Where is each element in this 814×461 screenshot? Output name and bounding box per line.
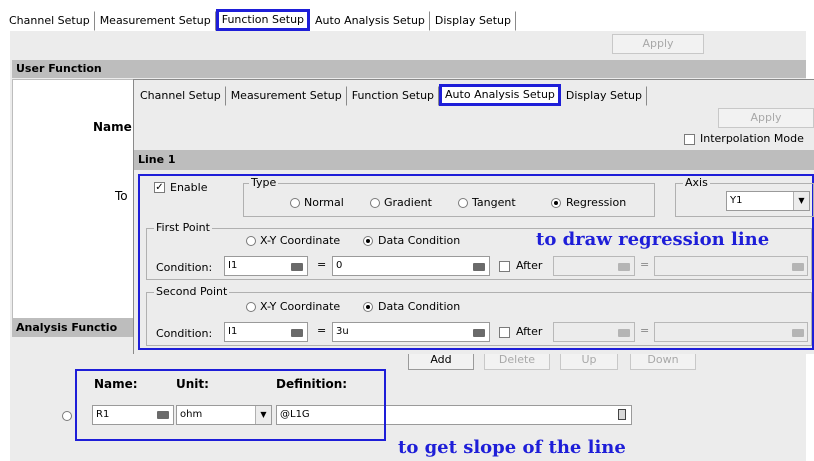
second-after-keyboard-icon[interactable]: [618, 329, 630, 337]
type-normal-radio[interactable]: [290, 198, 300, 208]
user-function-header: User Function: [12, 60, 806, 78]
type-tangent-radio[interactable]: [458, 198, 468, 208]
back-to-label: To: [115, 189, 128, 203]
first-data-condition-radio[interactable]: [363, 236, 373, 246]
type-gradient-label: Gradient: [384, 196, 432, 209]
back-apply-button[interactable]: Apply: [612, 34, 704, 54]
axis-group-title: Axis: [683, 176, 710, 189]
slope-annotation: to get slope of the line: [398, 437, 626, 458]
regression-annotation: to draw regression line: [534, 229, 772, 250]
first-after-eq-label: =: [640, 258, 650, 271]
first-after-keyboard-icon[interactable]: [618, 263, 630, 271]
second-value-keyboard-icon[interactable]: [473, 329, 485, 337]
second-data-condition-radio[interactable]: [363, 302, 373, 312]
second-after-value-field[interactable]: [654, 322, 808, 342]
front-tab-function-setup[interactable]: Function Setup: [347, 86, 440, 106]
first-after-checkbox[interactable]: [499, 261, 510, 272]
first-condition-var: I1: [228, 260, 238, 271]
first-xy-coordinate-label: X-Y Coordinate: [260, 234, 341, 247]
front-tabbar: Channel Setup Measurement Setup Function…: [135, 84, 647, 106]
front-tab-measurement-setup[interactable]: Measurement Setup: [226, 86, 347, 106]
first-condition-label: Condition:: [156, 261, 213, 274]
second-after-value-keyboard-icon[interactable]: [792, 329, 804, 337]
type-tangent-label: Tangent: [472, 196, 516, 209]
line-header: Line 1: [134, 150, 814, 170]
type-group-title: Type: [249, 176, 279, 189]
back-tab-channel-setup[interactable]: Channel Setup: [4, 11, 95, 31]
interpolation-mode-checkbox[interactable]: [684, 134, 695, 145]
first-condition-value-field[interactable]: 0: [332, 256, 490, 276]
analysis-function-header: Analysis Functio: [12, 319, 142, 337]
axis-select[interactable]: Y1 ▼: [726, 191, 810, 211]
type-regression-radio[interactable]: [551, 198, 561, 208]
second-point-title: Second Point: [154, 285, 230, 298]
front-tab-auto-analysis-setup[interactable]: Auto Analysis Setup: [439, 84, 561, 106]
definition-highlight-box: [75, 369, 386, 441]
enable-checkbox[interactable]: ✓: [154, 182, 165, 193]
first-point-title: First Point: [154, 221, 212, 234]
front-tab-channel-setup[interactable]: Channel Setup: [135, 86, 226, 106]
first-xy-coordinate-radio[interactable]: [246, 236, 256, 246]
axis-dropdown-icon[interactable]: ▼: [793, 192, 809, 210]
back-tabbar: Channel Setup Measurement Setup Function…: [4, 9, 516, 31]
front-tab-display-setup[interactable]: Display Setup: [561, 86, 647, 106]
first-value-keyboard-icon[interactable]: [473, 263, 485, 271]
second-condition-var: I1: [228, 326, 238, 337]
second-condition-label: Condition:: [156, 327, 213, 340]
second-after-label: After: [516, 325, 543, 338]
type-gradient-radio[interactable]: [370, 198, 380, 208]
second-after-checkbox[interactable]: [499, 327, 510, 338]
second-data-condition-label: Data Condition: [378, 300, 461, 313]
first-var-keyboard-icon[interactable]: [291, 263, 303, 271]
back-tab-measurement-setup[interactable]: Measurement Setup: [95, 11, 216, 31]
back-tab-display-setup[interactable]: Display Setup: [430, 11, 516, 31]
second-xy-coordinate-label: X-Y Coordinate: [260, 300, 341, 313]
first-after-value-keyboard-icon[interactable]: [792, 263, 804, 271]
front-apply-button[interactable]: Apply: [718, 108, 814, 128]
back-tab-function-setup[interactable]: Function Setup: [215, 9, 311, 31]
type-regression-label: Regression: [566, 196, 627, 209]
first-after-label: After: [516, 259, 543, 272]
first-condition-value: 0: [336, 260, 343, 271]
first-eq-label: =: [317, 258, 327, 271]
definition-calculator-icon[interactable]: [618, 409, 626, 420]
enable-label: Enable: [170, 181, 208, 194]
second-condition-value-field[interactable]: 3u: [332, 322, 490, 342]
second-eq-label: =: [317, 324, 327, 337]
second-after-eq-label: =: [640, 324, 650, 337]
back-name-label: Name: [93, 120, 132, 134]
second-xy-coordinate-radio[interactable]: [246, 302, 256, 312]
row-select-radio[interactable]: [62, 411, 72, 421]
back-tab-auto-analysis-setup[interactable]: Auto Analysis Setup: [310, 11, 430, 31]
interpolation-mode-label: Interpolation Mode: [700, 132, 804, 145]
type-normal-label: Normal: [304, 196, 344, 209]
first-after-value-field[interactable]: [654, 256, 808, 276]
first-data-condition-label: Data Condition: [378, 234, 461, 247]
second-condition-value: 3u: [336, 326, 349, 337]
second-var-keyboard-icon[interactable]: [291, 329, 303, 337]
axis-value: Y1: [730, 195, 743, 206]
